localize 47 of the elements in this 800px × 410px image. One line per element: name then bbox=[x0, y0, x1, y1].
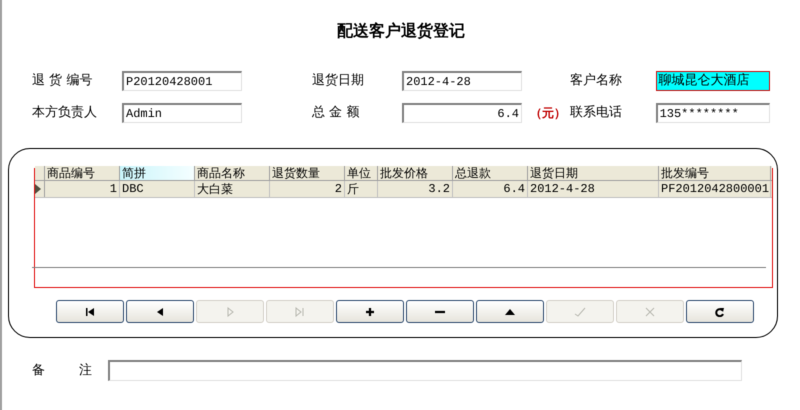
table-cell: 1 bbox=[45, 181, 120, 197]
text-field[interactable]: P20120428001 bbox=[122, 71, 242, 91]
field-label: 退货日期 bbox=[312, 72, 365, 90]
column-header[interactable]: 商品编号 bbox=[45, 166, 120, 180]
remarks-label: 备 注 bbox=[32, 362, 94, 380]
table-cell: DBC bbox=[120, 181, 195, 197]
last-record-icon bbox=[294, 306, 306, 316]
text-field[interactable]: 2012-4-28 bbox=[402, 71, 522, 91]
table-cell: 6.4 bbox=[453, 181, 528, 197]
field-label: 退 货 编号 bbox=[32, 72, 94, 90]
plus-icon bbox=[364, 306, 376, 316]
table-cell: 大白菜 bbox=[195, 181, 270, 197]
column-header[interactable]: 批发编号 bbox=[659, 166, 771, 180]
column-header[interactable]: 退货日期 bbox=[528, 166, 659, 180]
remarks-field[interactable] bbox=[108, 360, 742, 381]
refresh-button[interactable] bbox=[686, 300, 754, 323]
field-label: 本方负责人 bbox=[32, 104, 98, 122]
table-cell: 斤 bbox=[345, 181, 378, 197]
check-icon bbox=[574, 306, 586, 316]
add-button[interactable] bbox=[336, 300, 404, 323]
field-label: 总 金 额 bbox=[312, 104, 360, 122]
column-header[interactable]: 批发价格 bbox=[378, 166, 453, 180]
column-header[interactable]: 简拼 bbox=[120, 166, 195, 180]
text-field[interactable]: 6.4 bbox=[402, 103, 522, 123]
table-cell: 3.2 bbox=[378, 181, 453, 197]
up-button[interactable] bbox=[476, 300, 544, 323]
text-field[interactable]: 聊城昆仑大酒店 bbox=[656, 71, 770, 91]
first-record-icon bbox=[84, 306, 96, 316]
cross-icon bbox=[644, 306, 656, 316]
column-header[interactable]: 退货数量 bbox=[270, 166, 345, 180]
delete-button[interactable] bbox=[406, 300, 474, 323]
column-header[interactable]: 总退款 bbox=[453, 166, 528, 180]
column-header[interactable]: 商品名称 bbox=[195, 166, 270, 180]
unit-label: （元） bbox=[530, 105, 566, 122]
up-triangle-icon bbox=[504, 306, 516, 316]
form-title: 配送客户退货登记 bbox=[337, 20, 465, 42]
field-label: 客户名称 bbox=[570, 72, 623, 90]
table-cell: PF2012042800001 bbox=[659, 181, 771, 197]
table-cell: 2 bbox=[270, 181, 345, 197]
first-button[interactable] bbox=[56, 300, 124, 323]
text-field[interactable]: Admin bbox=[122, 103, 242, 123]
field-label: 联系电话 bbox=[570, 104, 623, 122]
refresh-icon bbox=[714, 306, 726, 316]
text-field[interactable]: 135******** bbox=[656, 103, 770, 123]
table-cell: 2012-4-28 bbox=[528, 181, 659, 197]
column-header[interactable]: 单位 bbox=[345, 166, 378, 180]
prev-button[interactable] bbox=[126, 300, 194, 323]
